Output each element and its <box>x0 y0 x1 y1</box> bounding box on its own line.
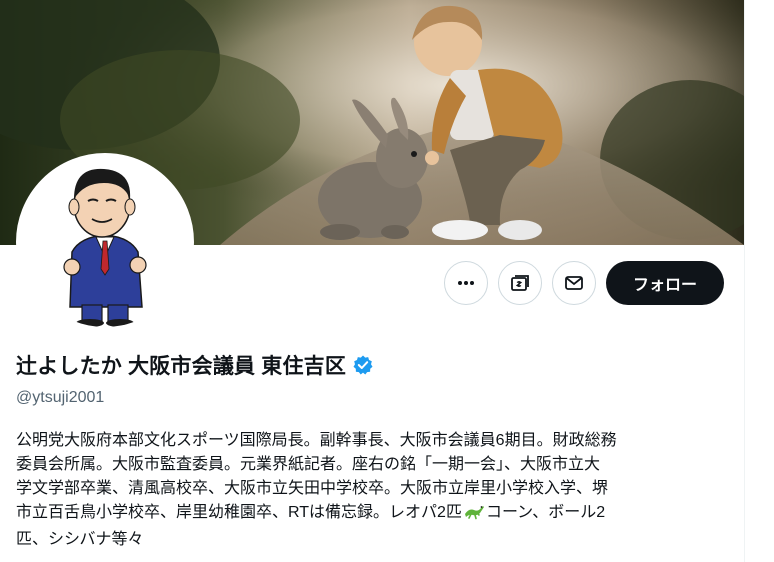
bio-line: 匹、シシバナ等々 <box>16 531 144 548</box>
display-name: 辻よしたか 大阪市会議員 東住吉区 <box>16 355 347 378</box>
follow-button[interactable]: フォロー <box>606 261 724 305</box>
mail-icon <box>565 276 583 290</box>
more-button[interactable] <box>444 261 488 305</box>
subscribe-button[interactable] <box>498 261 542 305</box>
subscribe-icon <box>511 275 529 291</box>
profile-bio: 公明党大阪府本部文化スポーツ国際局長。副幹事長、大阪市会議員6期目。財政総務 委… <box>16 429 728 552</box>
more-icon <box>458 281 474 285</box>
profile-page: フォロー 辻よしたか 大阪市会議員 東住吉区 @ytsuji2001 公明党大阪… <box>0 0 774 562</box>
bio-text: 市立百舌鳥小学校卒、岸里幼稚園卒、RTは備忘録。レオパ2匹 <box>16 504 462 521</box>
message-button[interactable] <box>552 261 596 305</box>
bio-text: コーン、ボール2 <box>485 504 606 521</box>
profile-avatar[interactable] <box>16 153 194 331</box>
bio-line: 学文学部卒業、清風高校卒、大阪市立矢田中学校卒。大阪市立岸里小学校入学、堺 <box>16 480 609 497</box>
verified-badge-icon[interactable] <box>352 354 374 376</box>
bio-line: 公明党大阪府本部文化スポーツ国際局長。副幹事長、大阪市会議員6期目。財政総務 <box>16 432 617 449</box>
profile-actions: フォロー <box>444 261 724 305</box>
lizard-emoji-icon <box>463 502 485 528</box>
column-divider <box>744 0 745 562</box>
bio-line: 市立百舌鳥小学校卒、岸里幼稚園卒、RTは備忘録。レオパ2匹 コーン、ボール2 <box>16 501 728 528</box>
profile-handle: @ytsuji2001 <box>16 389 105 406</box>
bio-line: 委員会所属。大阪市監査委員。元業界紙記者。座右の銘「一期一会」、大阪市立大 <box>16 456 601 473</box>
profile-name-row: 辻よしたか 大阪市会議員 東住吉区 <box>16 350 374 380</box>
